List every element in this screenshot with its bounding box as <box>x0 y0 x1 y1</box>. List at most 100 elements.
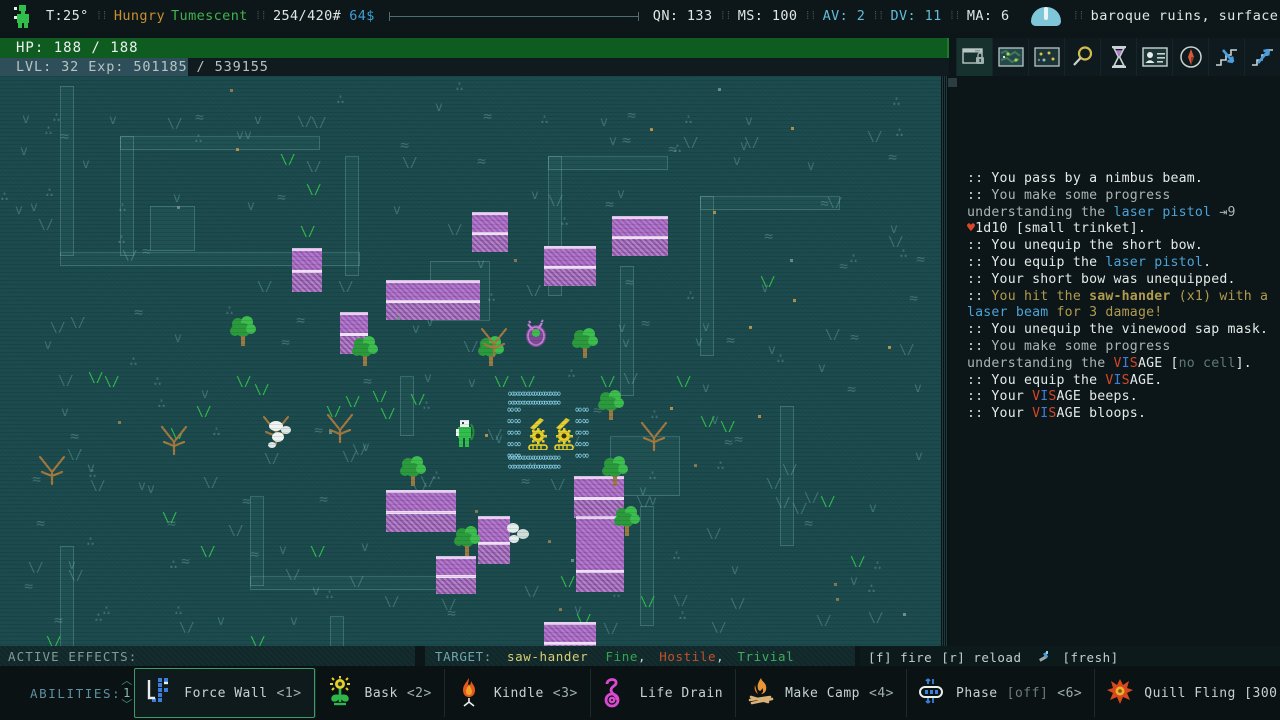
item-tile[interactable] <box>548 540 551 543</box>
grass-tile: \/ <box>720 420 736 435</box>
item-tile[interactable] <box>903 613 906 616</box>
log-token: S <box>1121 372 1130 388</box>
item-tile[interactable] <box>718 88 721 91</box>
item-tile[interactable] <box>713 211 716 214</box>
faded-grass-tile: \/ <box>306 160 322 175</box>
separator-icon: ⁞⁞ <box>804 9 816 22</box>
ruin-outline <box>345 156 359 276</box>
item-tile[interactable] <box>397 317 400 320</box>
player-sprite[interactable] <box>452 418 478 450</box>
moon-phase-icon <box>1027 5 1065 27</box>
ability-bask[interactable]: Bask <2> <box>314 669 444 717</box>
item-tile[interactable] <box>571 559 574 562</box>
local-map-icon[interactable] <box>1028 38 1064 76</box>
experience-label: LVL: 32 Exp: 501185 / 539155 <box>16 59 269 75</box>
wall-block <box>386 280 480 300</box>
key-hints-bar: [f] fire [r] reload [fresh] <box>860 646 1280 666</box>
item-tile[interactable] <box>694 464 697 467</box>
look-magnifier-icon[interactable] <box>1064 38 1100 76</box>
log-token: AGE <box>1129 372 1155 388</box>
faded-grass-tile: v <box>30 200 38 215</box>
ability-life-drain[interactable]: Life Drain <box>589 669 735 717</box>
world-map-icon[interactable] <box>992 38 1028 76</box>
faded-grass-tile: v <box>147 482 155 497</box>
tree-sprite <box>614 506 640 536</box>
item-tile[interactable] <box>749 326 752 329</box>
ability-phase[interactable]: Phase [off] <6> <box>906 669 1094 717</box>
fire-key-hint[interactable]: [f] fire <box>868 650 932 665</box>
ability-kindle[interactable]: Kindle <3> <box>443 669 590 717</box>
stairs-up-icon[interactable] <box>1244 38 1280 76</box>
rubble-tile: ≈ <box>314 421 324 439</box>
character-sheet-lock-icon[interactable] <box>956 38 992 76</box>
rubble-tile: ≈ <box>888 148 898 166</box>
item-tile[interactable] <box>836 598 839 601</box>
journal-id-icon[interactable] <box>1136 38 1172 76</box>
item-tile[interactable] <box>118 421 121 424</box>
rubble-tile: ≈ <box>627 106 637 124</box>
faded-grass-tile: v <box>914 381 922 396</box>
saw-hander-sprite[interactable] <box>552 416 578 450</box>
item-tile[interactable] <box>236 148 239 151</box>
faded-grass-tile: \/ <box>487 428 503 443</box>
ability-make-camp[interactable]: Make Camp <4> <box>735 669 906 717</box>
rubble-tile: ≈ <box>521 472 531 490</box>
item-tile[interactable] <box>650 128 653 131</box>
item-tile[interactable] <box>790 259 793 262</box>
faded-grass-tile: \/ <box>524 585 540 600</box>
rubble-tile: ≈ <box>296 311 306 329</box>
item-tile[interactable] <box>177 206 180 209</box>
player-avatar-icon[interactable] <box>8 2 38 30</box>
item-tile[interactable] <box>793 299 796 302</box>
item-tile[interactable] <box>475 510 478 513</box>
ability-label: Bask <box>364 685 398 701</box>
wall-face <box>544 266 596 286</box>
rubble-tile: ∴ <box>102 601 112 619</box>
separator-icon: ⁞⁞ <box>872 9 884 22</box>
faded-grass-tile: v <box>768 343 776 358</box>
faded-grass-tile: v <box>818 361 826 376</box>
item-tile[interactable] <box>670 407 673 410</box>
ability-force-wall[interactable]: Force Wall <1> <box>134 668 315 718</box>
saw-hander-sprite[interactable] <box>526 416 552 450</box>
faded-grass-tile: \/ <box>285 568 301 583</box>
abilities-page-down-icon[interactable]: ﹀ <box>121 699 132 711</box>
rubble-tile: ≈ <box>724 433 734 451</box>
life-drain-icon <box>601 676 631 710</box>
item-tile[interactable] <box>758 415 761 418</box>
item-tile[interactable] <box>791 127 794 130</box>
item-tile[interactable] <box>329 431 332 434</box>
ability-quill-fling[interactable]: Quill Fling [300 quills left] <7> <box>1094 669 1280 717</box>
item-tile[interactable] <box>230 89 233 92</box>
message-log[interactable]: :: You pass by a nimbus beam.:: You make… <box>957 76 1280 646</box>
saw-hander-sprite[interactable] <box>522 318 550 350</box>
reload-key-hint[interactable]: [r] reload <box>941 650 1021 665</box>
dead-tree-sprite <box>160 425 188 456</box>
faded-grass-tile: v <box>915 449 923 464</box>
log-token: saw-hander <box>1089 288 1171 304</box>
item-tile[interactable] <box>485 434 488 437</box>
rubble-tile: ∴ <box>118 198 128 216</box>
item-tile[interactable] <box>834 583 837 586</box>
map-scrollbar[interactable] <box>948 78 957 87</box>
log-token: V <box>1113 355 1122 371</box>
ruin-outline <box>150 206 195 251</box>
item-tile[interactable] <box>888 346 891 349</box>
faded-grass-tile: \/ <box>311 116 327 131</box>
item-tile[interactable] <box>514 259 517 262</box>
rubble-tile: ∴ <box>86 532 96 550</box>
game-map-viewport[interactable]: ≈ ≈ ≈ ≈ ≈ ≈ ∴ ≈ ≈ ∴ ≈ ∴ ∴ ≈ ≈ ≈ ∴ ∴ ≈ ≈ ≈ ∴ ≈ ∴ ≈ ∴ ≈ ≈ ∴ ∴ ≈ ∴ ∴ ≈ ≈ ∴ ≈ ≈ ≈ ∴… <box>0 76 941 646</box>
item-tile[interactable] <box>559 608 562 611</box>
log-token: :: <box>967 406 992 422</box>
faded-grass-tile: \/ <box>384 595 400 610</box>
wait-hourglass-icon[interactable] <box>1100 38 1136 76</box>
log-token: :: <box>967 372 992 388</box>
stairs-down-icon[interactable] <box>1208 38 1244 76</box>
ability-key: <1> <box>276 685 302 701</box>
grass-tile: \/ <box>640 595 656 610</box>
compass-icon[interactable] <box>1172 38 1208 76</box>
rubble-tile: ≈ <box>909 289 919 307</box>
abilities-pager[interactable]: ︿ 1 ﹀ <box>121 675 132 711</box>
faded-grass-tile: v <box>424 371 432 386</box>
log-token: laser beam <box>967 305 1049 321</box>
